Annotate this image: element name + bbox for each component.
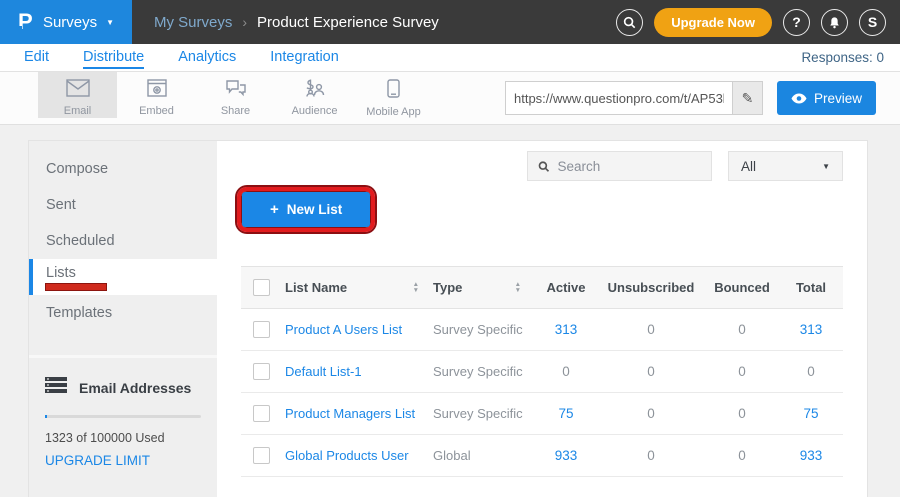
red-annotation-box: + New List	[237, 187, 375, 232]
sidebar-item-scheduled[interactable]: Scheduled	[29, 223, 217, 259]
chevron-down-icon: ▼	[822, 162, 830, 171]
table-row: Product Managers List Survey Specific 75…	[241, 393, 843, 435]
distribute-toolbar: Email Embed Share Audience Mobile App	[0, 72, 900, 125]
sidebar-item-lists[interactable]: Lists	[29, 259, 217, 295]
survey-url-input[interactable]	[506, 82, 732, 114]
upgrade-now-button[interactable]: Upgrade Now	[654, 8, 772, 37]
responses-count[interactable]: Responses: 0	[801, 50, 884, 65]
avatar[interactable]: S	[859, 9, 886, 36]
help-button[interactable]: ?	[783, 9, 810, 36]
table-row: Default List-1 Survey Specific 0 0 0 0	[241, 351, 843, 393]
chevron-down-icon: ▼	[106, 18, 114, 27]
new-list-button[interactable]: + New List	[242, 192, 370, 227]
email-addresses-panel: Email Addresses 1323 of 100000 Used UPGR…	[29, 355, 217, 486]
list-name-link[interactable]: Global Products User	[285, 448, 433, 463]
table-header-row: List Name ▲▼ Type ▲▼ Active Unsubscribed…	[241, 267, 843, 309]
search-icon[interactable]	[616, 9, 643, 36]
row-checkbox[interactable]	[253, 405, 270, 422]
survey-tabbar: Edit Distribute Analytics Integration Re…	[0, 44, 900, 72]
sort-icon[interactable]: ▲▼	[515, 282, 521, 293]
embed-window-gear-icon	[147, 79, 167, 102]
upgrade-limit-link[interactable]: UPGRADE LIMIT	[45, 453, 201, 468]
sidebar-item-templates[interactable]: Templates	[29, 295, 217, 331]
sidebar-item-sent[interactable]: Sent	[29, 187, 217, 223]
table-row: Global Products User Global 933 0 0 933	[241, 435, 843, 477]
notifications-bell-icon[interactable]	[821, 9, 848, 36]
tab-integration[interactable]: Integration	[270, 46, 339, 69]
tab-distribute[interactable]: Distribute	[83, 46, 144, 69]
channel-embed[interactable]: Embed	[117, 72, 196, 118]
email-addresses-title: Email Addresses	[79, 380, 191, 396]
channel-share[interactable]: Share	[196, 72, 275, 118]
breadcrumb-current-survey: Product Experience Survey	[257, 14, 439, 31]
breadcrumb: My Surveys › Product Experience Survey	[154, 14, 439, 31]
list-name-link[interactable]: Product A Users List	[285, 322, 433, 337]
email-envelope-icon	[66, 79, 90, 102]
row-checkbox[interactable]	[253, 321, 270, 338]
email-distribute-panel: Compose Sent Scheduled Lists Templates E…	[28, 140, 868, 497]
sort-icon[interactable]: ▲▼	[413, 282, 419, 293]
red-annotation-underline	[46, 284, 106, 290]
email-usage-text: 1323 of 100000 Used	[45, 431, 201, 445]
channel-audience[interactable]: Audience	[275, 72, 354, 118]
edit-url-pencil-icon[interactable]: ✎	[732, 82, 762, 114]
search-icon	[538, 160, 549, 173]
sidebar-item-compose[interactable]: Compose	[29, 151, 217, 187]
questionpro-logo-icon: P	[18, 11, 34, 33]
list-stack-icon	[45, 376, 67, 399]
product-menu-label: Surveys	[43, 14, 97, 31]
lists-main-area: All ▼ + New List List Name ▲▼ Type ▲▼ Ac…	[217, 141, 867, 497]
search-input[interactable]	[557, 159, 701, 174]
breadcrumb-separator-icon: ›	[242, 14, 247, 30]
list-search-box	[527, 151, 712, 181]
tab-analytics[interactable]: Analytics	[178, 46, 236, 69]
email-sidebar: Compose Sent Scheduled Lists Templates E…	[29, 141, 217, 497]
survey-url-box: ✎	[505, 81, 763, 115]
select-all-checkbox[interactable]	[253, 279, 270, 296]
filter-dropdown[interactable]: All ▼	[728, 151, 843, 181]
lists-table: List Name ▲▼ Type ▲▼ Active Unsubscribed…	[241, 266, 843, 477]
plus-icon: +	[270, 201, 279, 218]
email-usage-progressbar	[45, 415, 201, 418]
eye-icon	[791, 93, 807, 104]
channel-email[interactable]: Email	[38, 72, 117, 118]
list-name-link[interactable]: Default List-1	[285, 364, 433, 379]
share-bubbles-icon	[225, 79, 247, 102]
table-row: Product A Users List Survey Specific 313…	[241, 309, 843, 351]
channel-mobile-app[interactable]: Mobile App	[354, 72, 433, 118]
row-checkbox[interactable]	[253, 447, 270, 464]
product-switcher[interactable]: P Surveys ▼	[0, 0, 132, 44]
top-header: P Surveys ▼ My Surveys › Product Experie…	[0, 0, 900, 44]
tab-edit[interactable]: Edit	[24, 46, 49, 69]
audience-dollar-people-icon	[304, 79, 326, 102]
mobile-phone-icon	[387, 79, 400, 103]
list-name-link[interactable]: Product Managers List	[285, 406, 433, 421]
preview-button[interactable]: Preview	[777, 81, 876, 115]
breadcrumb-my-surveys[interactable]: My Surveys	[154, 14, 232, 31]
row-checkbox[interactable]	[253, 363, 270, 380]
